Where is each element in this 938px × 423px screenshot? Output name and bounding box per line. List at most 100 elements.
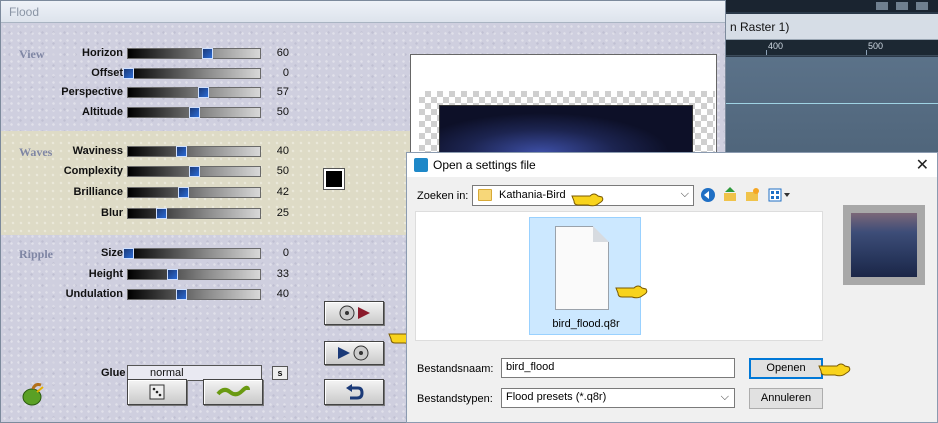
view-menu-icon[interactable] xyxy=(767,186,793,204)
param-label: Blur xyxy=(101,207,123,219)
param-label: Brilliance xyxy=(73,186,123,198)
file-name: bird_flood.q8r xyxy=(552,318,620,330)
slider-thumb[interactable] xyxy=(189,166,200,177)
param-label: Undulation xyxy=(65,288,123,300)
preset-thumbnail-panel xyxy=(843,205,925,285)
param-label: Horizon xyxy=(82,47,123,59)
background-top-bar xyxy=(724,0,938,12)
param-value: 0 xyxy=(282,247,289,259)
filename-input[interactable]: bird_flood xyxy=(501,358,735,378)
random-button[interactable] xyxy=(127,379,187,405)
brilliance-slider[interactable] xyxy=(127,187,261,198)
height-slider[interactable] xyxy=(127,269,261,280)
glue-s-button[interactable]: s xyxy=(272,366,288,380)
pointing-hand-icon xyxy=(570,190,604,208)
waviness-slider[interactable] xyxy=(127,146,261,157)
param-horizon: Horizon 60 xyxy=(1,46,301,62)
wave-icon xyxy=(216,385,250,397)
preview-toggle-button[interactable] xyxy=(203,379,263,405)
param-brilliance: Brilliance 42 xyxy=(1,185,301,201)
slider-thumb[interactable] xyxy=(123,68,134,79)
reset-button[interactable] xyxy=(324,379,384,405)
slider-thumb[interactable] xyxy=(178,187,190,198)
close-icon[interactable] xyxy=(916,2,928,10)
slider-thumb[interactable] xyxy=(166,269,178,280)
perspective-slider[interactable] xyxy=(127,87,261,98)
save-preset-button[interactable] xyxy=(324,341,384,365)
slider-thumb[interactable] xyxy=(175,289,187,300)
param-value: 57 xyxy=(276,86,289,98)
param-value: 42 xyxy=(276,186,289,198)
undo-icon xyxy=(346,384,364,400)
preset-thumbnail xyxy=(851,213,917,277)
maximize-icon[interactable] xyxy=(896,2,908,10)
new-folder-icon[interactable] xyxy=(743,186,761,204)
param-perspective: Perspective 57 xyxy=(1,85,301,101)
chevron-down-icon: ⌵ xyxy=(720,391,729,403)
load-preset-button[interactable] xyxy=(324,301,384,325)
open-dialog-title-bar: Open a settings file ✕ xyxy=(407,153,937,177)
param-size: Size 0 xyxy=(1,246,301,262)
slider-thumb[interactable] xyxy=(189,107,200,118)
filetype-value: Flood presets (*.q8r) xyxy=(506,391,607,403)
param-label: Altitude xyxy=(82,106,123,118)
slider-thumb[interactable] xyxy=(123,248,134,259)
glue-label: Glue xyxy=(101,367,126,379)
altitude-slider[interactable] xyxy=(127,107,261,118)
horizontal-ruler: 400 500 xyxy=(724,40,938,56)
pointing-hand-icon xyxy=(614,282,648,300)
offset-slider[interactable] xyxy=(123,68,261,79)
blur-slider[interactable] xyxy=(127,208,261,219)
slider-thumb[interactable] xyxy=(202,48,214,59)
flood-title: Flood xyxy=(9,5,40,19)
param-label: Complexity xyxy=(63,165,123,177)
file-list[interactable]: bird_flood.q8r xyxy=(415,211,823,341)
open-dialog-title: Open a settings file xyxy=(433,158,536,172)
param-value: 33 xyxy=(276,268,289,280)
back-icon[interactable] xyxy=(699,186,717,204)
image-tab[interactable]: n Raster 1) xyxy=(724,14,938,40)
param-altitude: Altitude 50 xyxy=(1,105,301,121)
param-complexity: Complexity 50 xyxy=(1,164,301,180)
filename-label: Bestandsnaam: xyxy=(417,363,494,375)
param-height: Height 33 xyxy=(1,267,301,283)
slider-thumb[interactable] xyxy=(156,208,167,219)
param-value: 0 xyxy=(282,67,289,79)
file-item[interactable]: bird_flood.q8r xyxy=(529,217,641,335)
flaming-pear-logo-icon xyxy=(19,383,47,410)
size-slider[interactable] xyxy=(123,248,261,259)
save-preset-icon xyxy=(338,345,369,361)
cancel-button[interactable]: Annuleren xyxy=(749,388,823,409)
close-icon[interactable]: ✕ xyxy=(916,155,929,175)
param-label: Perspective xyxy=(61,86,123,98)
pointing-hand-icon xyxy=(817,360,851,378)
app-icon xyxy=(414,158,428,172)
param-value: 50 xyxy=(276,106,289,118)
param-label: Offset xyxy=(91,67,123,79)
param-value: 50 xyxy=(276,165,289,177)
open-button[interactable]: Openen xyxy=(749,358,823,379)
filetype-label: Bestandstypen: xyxy=(417,393,493,405)
filetype-select[interactable]: Flood presets (*.q8r) ⌵ xyxy=(501,388,735,408)
param-label: Size xyxy=(100,247,123,259)
param-waviness: Waviness 40 xyxy=(1,144,301,160)
dice-icon xyxy=(149,384,165,400)
look-in-label: Zoeken in: xyxy=(417,190,469,202)
chevron-down-icon: ⌵ xyxy=(680,188,689,200)
minimize-icon[interactable] xyxy=(876,2,888,10)
ruler-label: 500 xyxy=(868,41,884,51)
document-icon xyxy=(555,226,609,310)
complexity-slider[interactable] xyxy=(127,166,261,177)
param-value: 40 xyxy=(276,288,289,300)
canvas-guide-line xyxy=(724,103,938,104)
open-settings-dialog: Open a settings file ✕ Zoeken in: Kathan… xyxy=(406,152,938,423)
undulation-slider[interactable] xyxy=(127,289,261,300)
param-undulation: Undulation 40 xyxy=(1,287,301,303)
up-folder-icon[interactable] xyxy=(721,186,739,204)
param-value: 40 xyxy=(276,145,289,157)
slider-thumb[interactable] xyxy=(198,87,210,98)
slider-thumb[interactable] xyxy=(175,146,187,157)
horizon-slider[interactable] xyxy=(127,48,261,59)
param-offset: Offset 0 xyxy=(1,66,301,82)
wave-color-swatch[interactable] xyxy=(323,168,345,190)
